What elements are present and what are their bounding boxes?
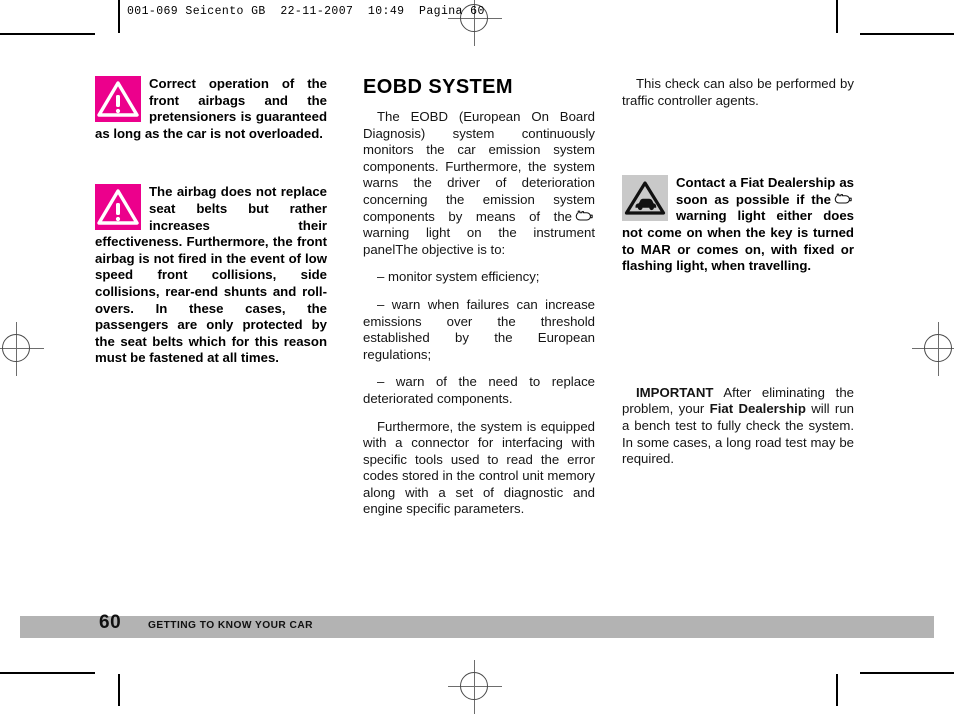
middle-column: EOBD SYSTEM The EOBD (European On Board … xyxy=(363,76,595,518)
magenta-triangle-exclamation-icon xyxy=(95,184,141,231)
engine-warning-light-icon xyxy=(833,193,852,206)
important-note-label: IMPORTANT xyxy=(636,384,714,400)
list-item-label: – warn of the need to replace deteriorat… xyxy=(363,374,595,406)
paragraph-traffic-check-text: This check can also be performed by traf… xyxy=(622,76,854,108)
paragraph-traffic-check: This check can also be performed by traf… xyxy=(622,76,854,109)
page-title: EOBD SYSTEM xyxy=(363,76,513,98)
eobd-objectives-list: – monitor system efficiency; – warn when… xyxy=(363,269,595,407)
list-item-label: – monitor system efficiency; xyxy=(377,269,540,285)
list-item-label: – warn when failures can increase emissi… xyxy=(363,296,595,362)
left-column: Correct operation of the front airbags a… xyxy=(95,76,327,367)
important-note: IMPORTANT After eliminating the problem,… xyxy=(622,385,854,468)
list-item: – warn of the need to replace deteriorat… xyxy=(363,374,595,407)
paragraph-eobd-intro: The EOBD (European On Board Diagnosis) s… xyxy=(363,109,595,258)
right-column: This check can also be performed by traf… xyxy=(622,76,854,468)
crop-mark-bottom-left-horizontal xyxy=(0,672,95,674)
crop-mark-top-left-vertical xyxy=(118,0,120,33)
crop-mark-top-right-vertical xyxy=(836,0,838,33)
crop-mark-bottom-right-horizontal xyxy=(860,672,954,674)
warning-emphasis-mar: MAR xyxy=(640,241,671,257)
crop-mark-top-right-horizontal xyxy=(860,33,954,35)
crop-mark-top-left-horizontal xyxy=(0,33,95,35)
crop-mark-bottom-left-vertical xyxy=(118,674,120,706)
registration-mark-right xyxy=(912,322,954,376)
paragraph-eobd-intro-part2: warning light on the instrument panelThe… xyxy=(363,225,595,257)
crop-mark-bottom-right-vertical xyxy=(836,674,838,706)
grey-triangle-car-icon xyxy=(622,175,668,222)
paragraph-eobd-intro-part1: The EOBD (European On Board Diagnosis) s… xyxy=(363,109,595,224)
print-slug-header: 001-069 Seicento GB 22-11-2007 10:49 Pag… xyxy=(127,5,485,18)
warning-block-airbag-overload: Correct operation of the front airbags a… xyxy=(95,76,327,142)
list-item: – warn when failures can increase emissi… xyxy=(363,297,595,363)
registration-mark-left xyxy=(0,322,44,376)
engine-warning-light-icon xyxy=(574,210,593,223)
important-note-bold-term: Fiat Dealership xyxy=(709,401,806,417)
list-item: – monitor system efficiency; xyxy=(363,269,595,286)
magenta-triangle-exclamation-icon xyxy=(95,76,141,122)
warning-block-contact-dealership: Contact a Fiat Dealership as soon as pos… xyxy=(622,175,854,275)
paragraph-eobd-connector: Furthermore, the system is equipped with… xyxy=(363,419,595,519)
footer-section-label: GETTING TO KNOW YOUR CAR xyxy=(148,620,313,631)
warning-block-airbag-seatbelts: The airbag does not replace seat belts b… xyxy=(95,184,327,367)
warning-text-part-1: Contact a Fiat Dealership as soon as pos… xyxy=(676,175,854,207)
footer-page-number: 60 xyxy=(99,612,122,633)
paragraph-eobd-connector-text: Furthermore, the system is equipped with… xyxy=(363,418,595,517)
